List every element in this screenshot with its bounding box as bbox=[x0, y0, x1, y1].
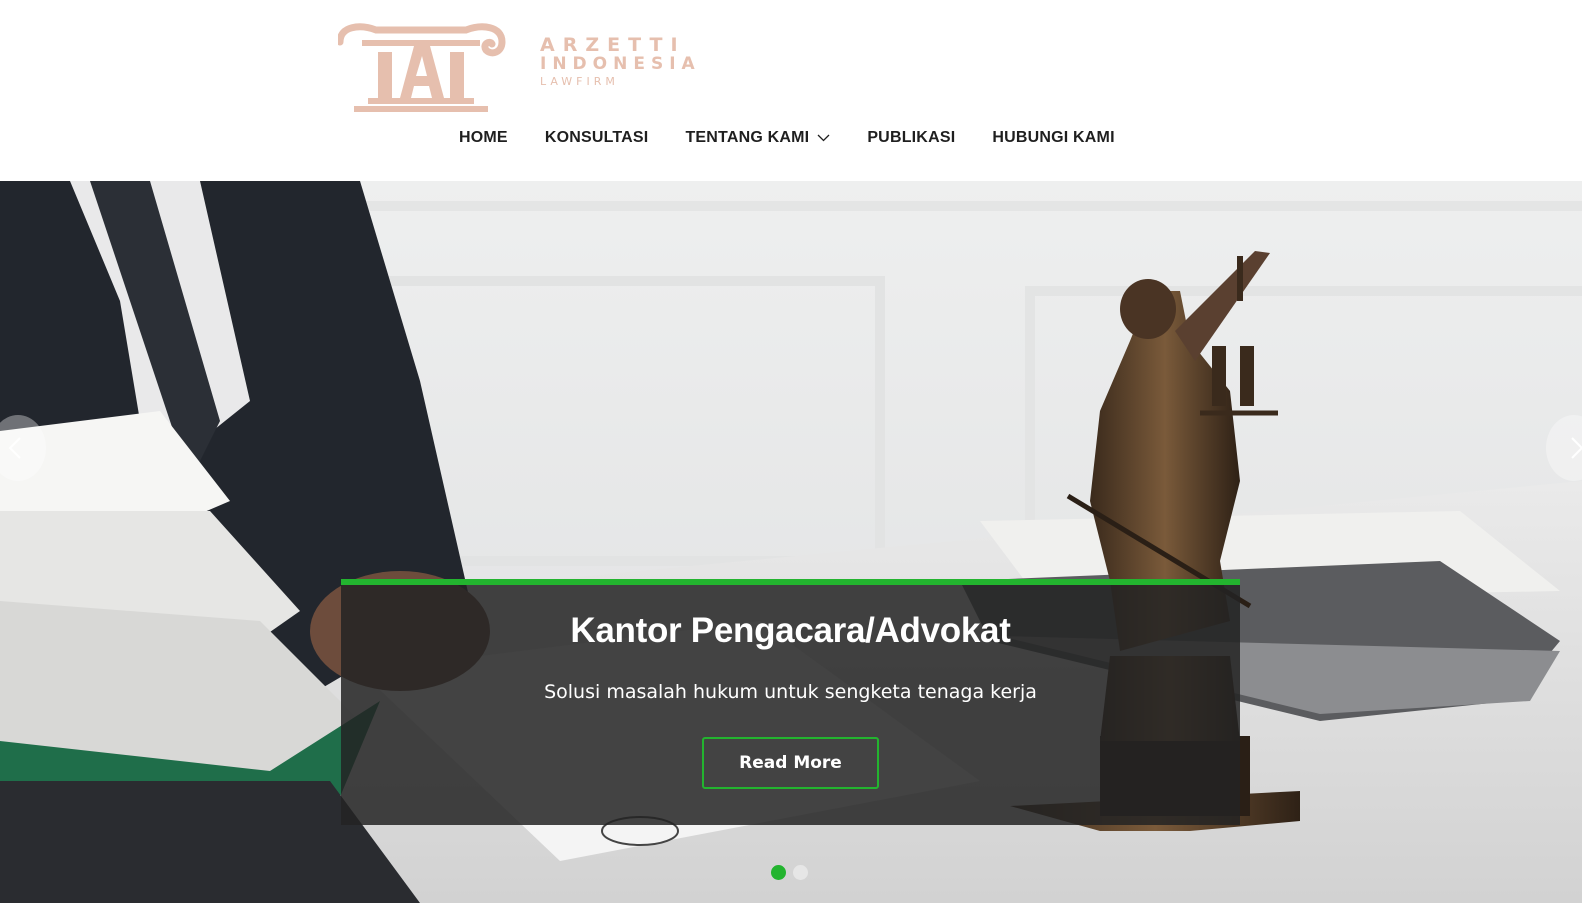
main-nav: HOME KONSULTASI TENTANG KAMI PUBLIKASI H… bbox=[459, 127, 1115, 149]
slide-subtitle: Solusi masalah hukum untuk sengketa tena… bbox=[544, 681, 1037, 703]
chevron-left-icon bbox=[8, 437, 21, 459]
nav-item-hubungi-kami[interactable]: HUBUNGI KAMI bbox=[992, 129, 1114, 147]
slider-pagination bbox=[771, 865, 815, 880]
hero-slider: Kantor Pengacara/Advokat Solusi masalah … bbox=[0, 181, 1582, 903]
nav-item-konsultasi[interactable]: KONSULTASI bbox=[545, 129, 649, 147]
nav-item-publikasi[interactable]: PUBLIKASI bbox=[867, 129, 955, 147]
slider-dot-2[interactable] bbox=[793, 865, 808, 880]
site-header: ARZETTI INDONESIA LAWFIRM HOME KONSULTAS… bbox=[0, 0, 1582, 181]
chevron-down-icon bbox=[817, 134, 830, 142]
brand-line-2: INDONESIA bbox=[540, 54, 701, 74]
read-more-button[interactable]: Read More bbox=[702, 737, 879, 789]
brand-line-3: LAWFIRM bbox=[540, 75, 619, 88]
nav-item-home[interactable]: HOME bbox=[459, 129, 508, 147]
slide-caption-box: Kantor Pengacara/Advokat Solusi masalah … bbox=[341, 579, 1240, 825]
nav-item-label: HOME bbox=[459, 129, 508, 146]
nav-item-label: TENTANG KAMI bbox=[685, 129, 810, 146]
slider-dot-1[interactable] bbox=[771, 865, 786, 880]
nav-item-label: PUBLIKASI bbox=[867, 129, 956, 146]
nav-item-tentang-kami[interactable]: TENTANG KAMI bbox=[685, 129, 830, 147]
brand-name: ARZETTI INDONESIA LAWFIRM bbox=[540, 36, 701, 88]
nav-item-label: HUBUNGI KAMI bbox=[992, 129, 1115, 146]
nav-item-label: KONSULTASI bbox=[544, 129, 649, 146]
slide-title: Kantor Pengacara/Advokat bbox=[570, 611, 1011, 650]
brand-line-1: ARZETTI bbox=[540, 34, 686, 56]
chevron-right-icon bbox=[1571, 437, 1582, 459]
